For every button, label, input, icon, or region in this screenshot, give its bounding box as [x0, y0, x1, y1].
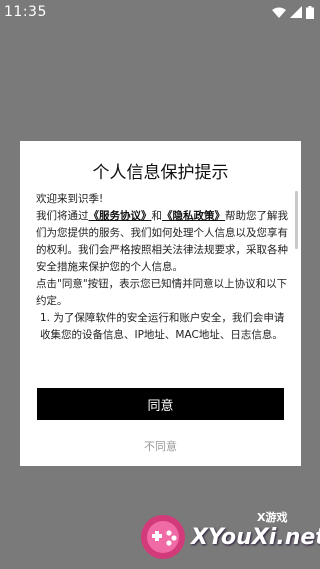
status-time: 11:35: [4, 4, 47, 20]
device-info-paragraph: 1. 为了保障软件的安全运行和账户安全，我们会申请收集您的设备信息、IP地址、M…: [40, 312, 285, 341]
site-watermark: X游戏 XYouXi.net: [139, 503, 320, 565]
greeting-text: 欢迎来到识季!: [36, 193, 104, 205]
intro-text-before: 我们将通过: [36, 210, 89, 222]
dialog-title: 个人信息保护提示: [92, 163, 229, 183]
scrollbar-thumb[interactable]: [295, 191, 298, 249]
privacy-dialog: 个人信息保护提示 欢迎来到识季! 我们将通过《服务协议》和《隐私政策》帮助您了解…: [20, 141, 301, 466]
privacy-policy-link[interactable]: 《隐私政策》: [162, 210, 225, 222]
dialog-body[interactable]: 欢迎来到识季! 我们将通过《服务协议》和《隐私政策》帮助您了解我们为您提供的服务…: [36, 191, 291, 369]
consent-paragraph: 点击"同意"按钮，表示您已知情并同意以上协议和以下约定。: [36, 278, 288, 307]
signal-icon: [290, 6, 302, 18]
service-agreement-link[interactable]: 《服务协议》: [89, 210, 152, 222]
battery-icon: [306, 5, 314, 19]
agree-button[interactable]: 同意: [37, 388, 284, 420]
intro-paragraph: 我们将通过《服务协议》和《隐私政策》帮助您了解我们为您提供的服务、我们如何处理个…: [36, 208, 291, 276]
watermark-small-text: X游戏: [257, 511, 288, 524]
status-icons: [272, 4, 314, 20]
status-bar: 11:35: [0, 0, 320, 24]
gamepad-logo-icon: [141, 515, 185, 559]
intro-text-and: 和: [151, 210, 163, 222]
wifi-icon: [272, 7, 286, 18]
disagree-button[interactable]: 不同意: [20, 438, 301, 454]
watermark-big-text: XYouXi.net: [191, 525, 320, 550]
